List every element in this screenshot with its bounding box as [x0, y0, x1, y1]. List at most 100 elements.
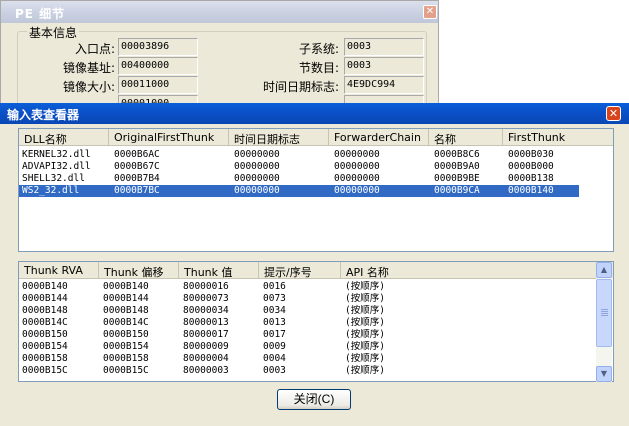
- import-viewer-titlebar[interactable]: 输入表查看器 ✕: [0, 103, 629, 124]
- dll-col-timestamp[interactable]: 时间日期标志: [229, 129, 329, 146]
- thunk-cell: (按顺序): [345, 353, 385, 364]
- thumb-grip: [601, 315, 608, 316]
- dll-cell: 00000000: [234, 185, 280, 196]
- thunk-col-api-name[interactable]: API 名称: [341, 262, 597, 279]
- dll-row-selected[interactable]: WS2_32.dll 0000B7BC 00000000 00000000 00…: [19, 184, 580, 198]
- thunk-cell: (按顺序): [345, 293, 385, 304]
- dll-list[interactable]: DLL名称 OriginalFirstThunk 时间日期标志 Forwarde…: [18, 128, 614, 252]
- dll-cell: ADVAPI32.dll: [22, 161, 91, 172]
- thunk-row[interactable]: 0000B140 0000B140 80000016 0016 (按顺序): [19, 281, 597, 293]
- thunk-cell: 80000004: [183, 353, 229, 364]
- dll-row[interactable]: KERNEL32.dll 0000B6AC 00000000 00000000 …: [19, 149, 579, 161]
- dll-col-name[interactable]: DLL名称: [19, 129, 109, 146]
- thunk-cell: 80000009: [183, 341, 229, 352]
- thunk-cell: 80000034: [183, 305, 229, 316]
- thunk-row[interactable]: 0000B148 0000B148 80000034 0034 (按顺序): [19, 305, 597, 317]
- thunk-col-hint[interactable]: 提示/序号: [259, 262, 341, 279]
- thunk-cell: 0009: [263, 341, 286, 352]
- subsystem-field[interactable]: 0003: [344, 38, 424, 56]
- entry-point-field[interactable]: 00003896: [118, 38, 198, 56]
- thunk-cell: 0000B148: [22, 305, 68, 316]
- thunk-cell: 0000B148: [103, 305, 149, 316]
- scrollbar-thumb[interactable]: [596, 279, 612, 347]
- dll-cell: 00000000: [334, 161, 380, 172]
- dll-row[interactable]: ADVAPI32.dll 0000B67C 00000000 00000000 …: [19, 161, 579, 173]
- thunk-cell: (按顺序): [345, 341, 385, 352]
- thunk-cell: 80000017: [183, 329, 229, 340]
- close-button[interactable]: 关闭(C): [277, 389, 351, 410]
- chevron-up-icon[interactable]: ▲: [596, 262, 612, 278]
- thunk-row[interactable]: 0000B15C 0000B15C 80000003 0003 (按顺序): [19, 365, 597, 377]
- dll-cell: WS2_32.dll: [22, 185, 80, 196]
- thunk-col-value[interactable]: Thunk 值: [179, 262, 259, 279]
- thumb-grip: [601, 311, 608, 312]
- thunk-row[interactable]: 0000B144 0000B144 80000073 0073 (按顺序): [19, 293, 597, 305]
- image-base-label: 镜像基址:: [62, 61, 115, 75]
- pe-details-close-icon[interactable]: ✕: [423, 5, 437, 19]
- dll-cell: 0000B8C6: [434, 149, 480, 160]
- thunk-cell: 0000B15C: [103, 365, 149, 376]
- thunk-cell: 0003: [263, 365, 286, 376]
- thunk-row[interactable]: 0000B158 0000B158 80000004 0004 (按顺序): [19, 353, 597, 365]
- timestamp-field[interactable]: 4E9DC994: [344, 76, 424, 94]
- thunk-cell: 0000B14C: [103, 317, 149, 328]
- thunk-cell: 80000003: [183, 365, 229, 376]
- import-viewer-close-icon[interactable]: ✕: [606, 106, 621, 121]
- thunk-row[interactable]: 0000B14C 0000B14C 80000013 0013 (按顺序): [19, 317, 597, 329]
- thunk-cell: 0000B144: [103, 293, 149, 304]
- thunk-list-header: Thunk RVA Thunk 偏移 Thunk 值 提示/序号 API 名称: [19, 262, 613, 279]
- thunk-cell: (按顺序): [345, 317, 385, 328]
- section-count-label: 节数目:: [298, 61, 339, 75]
- thunk-col-offset[interactable]: Thunk 偏移: [99, 262, 179, 279]
- thunk-cell: 0000B15C: [22, 365, 68, 376]
- thunk-cell: 0000B150: [22, 329, 68, 340]
- thunk-cell: (按顺序): [345, 329, 385, 340]
- thunk-cell: 0073: [263, 293, 286, 304]
- entry-point-label: 入口点:: [74, 42, 115, 56]
- thunk-cell: 0000B150: [103, 329, 149, 340]
- dll-col-forwarder[interactable]: ForwarderChain: [329, 129, 429, 146]
- dll-col-first-thunk[interactable]: FirstThunk: [503, 129, 613, 146]
- dll-cell: 0000B7BC: [114, 185, 160, 196]
- thunk-cell: 0000B154: [22, 341, 68, 352]
- thunk-cell: 0034: [263, 305, 286, 316]
- thunk-cell: 0000B158: [103, 353, 149, 364]
- dll-cell: 0000B67C: [114, 161, 160, 172]
- dll-cell: 00000000: [234, 173, 280, 184]
- thunk-list[interactable]: Thunk RVA Thunk 偏移 Thunk 值 提示/序号 API 名称 …: [18, 261, 614, 382]
- dll-cell: 0000B000: [508, 161, 554, 172]
- pe-details-titlebar[interactable]: PE 细节 ✕: [1, 1, 438, 23]
- dll-cell: 0000B7B4: [114, 173, 160, 184]
- image-size-field[interactable]: 00011000: [118, 76, 198, 94]
- dll-col-name-rva[interactable]: 名称: [429, 129, 503, 146]
- chevron-down-icon[interactable]: ▼: [596, 366, 612, 382]
- thunk-cell: 0000B14C: [22, 317, 68, 328]
- thumb-grip: [601, 313, 608, 314]
- thunk-cell: (按顺序): [345, 281, 385, 292]
- thunk-cell: 0017: [263, 329, 286, 340]
- dll-col-oft[interactable]: OriginalFirstThunk: [109, 129, 229, 146]
- dll-list-header: DLL名称 OriginalFirstThunk 时间日期标志 Forwarde…: [19, 129, 613, 146]
- dll-cell: 00000000: [234, 161, 280, 172]
- thunk-cell: 0000B144: [22, 293, 68, 304]
- import-viewer-title: 输入表查看器: [7, 108, 80, 122]
- dll-cell: KERNEL32.dll: [22, 149, 91, 160]
- thunk-cell: 0013: [263, 317, 286, 328]
- image-base-field[interactable]: 00400000: [118, 57, 198, 75]
- thunk-cell: 0000B154: [103, 341, 149, 352]
- timestamp-label: 时间日期标志:: [262, 80, 339, 94]
- thunk-col-rva[interactable]: Thunk RVA: [19, 262, 99, 279]
- thunk-cell: 0000B158: [22, 353, 68, 364]
- thunk-cell: 0016: [263, 281, 286, 292]
- dll-cell: SHELL32.dll: [22, 173, 85, 184]
- dll-cell: 0000B9BE: [434, 173, 480, 184]
- thunk-row[interactable]: 0000B154 0000B154 80000009 0009 (按顺序): [19, 341, 597, 353]
- dll-row[interactable]: SHELL32.dll 0000B7B4 00000000 00000000 0…: [19, 173, 579, 185]
- basic-info-group-label: 基本信息: [27, 24, 80, 41]
- subsystem-label: 子系统:: [298, 42, 339, 56]
- dll-cell: 00000000: [334, 173, 380, 184]
- dll-cell: 0000B138: [508, 173, 554, 184]
- section-count-field[interactable]: 0003: [344, 57, 424, 75]
- thunk-row[interactable]: 0000B150 0000B150 80000017 0017 (按顺序): [19, 329, 597, 341]
- thunk-list-scrollbar[interactable]: ▲ ▼: [596, 262, 612, 382]
